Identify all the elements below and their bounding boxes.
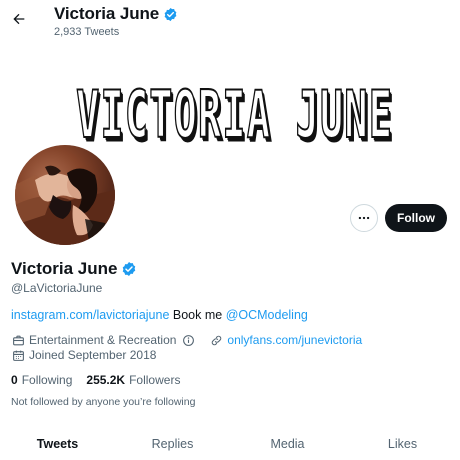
verified-badge-icon	[164, 7, 177, 21]
following-count: 0	[11, 373, 18, 387]
followers-link[interactable]: 255.2K Followers	[86, 373, 180, 387]
follow-stats: 0 Following 255.2K Followers	[11, 373, 180, 387]
more-options-button[interactable]	[350, 204, 378, 232]
bio-text: Book me	[169, 308, 226, 322]
profile-header-bar: Victoria June 2,933 Tweets	[0, 0, 460, 48]
briefcase-icon	[11, 333, 25, 347]
verified-badge-icon[interactable]	[121, 261, 137, 277]
info-icon[interactable]	[181, 333, 195, 347]
tab-replies[interactable]: Replies	[115, 430, 230, 460]
profile-handle: @LaVictoriaJune	[11, 281, 103, 295]
bio-instagram-link[interactable]: instagram.com/lavictoriajune	[11, 308, 169, 322]
avatar-photo	[15, 145, 115, 245]
not-followed-notice: Not followed by anyone you’re following	[11, 396, 196, 408]
more-horizontal-icon	[358, 216, 370, 220]
banner-title: VICTORIA JUNE	[76, 75, 394, 154]
bio-mention-link[interactable]: @OCModeling	[226, 308, 308, 322]
profile-joined-row: Joined September 2018	[11, 348, 156, 362]
joined-date: Joined September 2018	[29, 348, 157, 362]
followers-label: Followers	[129, 373, 181, 387]
profile-name-row: Victoria June	[11, 259, 137, 279]
profile-meta-row: Entertainment & Recreation onlyfans.com/…	[11, 333, 362, 347]
follow-button[interactable]: Follow	[385, 204, 447, 232]
profile-bio: instagram.com/lavictoriajune Book me @OC…	[11, 308, 308, 322]
following-label: Following	[21, 373, 73, 387]
profile-website-link[interactable]: onlyfans.com/junevictoria	[227, 333, 362, 347]
back-button[interactable]	[8, 8, 30, 30]
following-link[interactable]: 0 Following	[11, 373, 72, 387]
tab-tweets[interactable]: Tweets	[0, 430, 115, 460]
arrow-left-icon	[13, 13, 25, 25]
header-name: Victoria June	[54, 4, 160, 23]
profile-tabs: Tweets Replies Media Likes	[0, 430, 460, 460]
tab-media[interactable]: Media	[230, 430, 345, 460]
link-icon	[209, 333, 223, 347]
header-name-row: Victoria June	[54, 4, 178, 24]
tab-likes[interactable]: Likes	[345, 430, 460, 460]
followers-count: 255.2K	[86, 373, 126, 387]
calendar-icon	[11, 348, 25, 362]
tweet-count: 2,933 Tweets	[54, 26, 120, 38]
profile-category: Entertainment & Recreation	[29, 333, 177, 347]
profile-name: Victoria June	[11, 259, 118, 278]
avatar[interactable]	[12, 142, 118, 248]
